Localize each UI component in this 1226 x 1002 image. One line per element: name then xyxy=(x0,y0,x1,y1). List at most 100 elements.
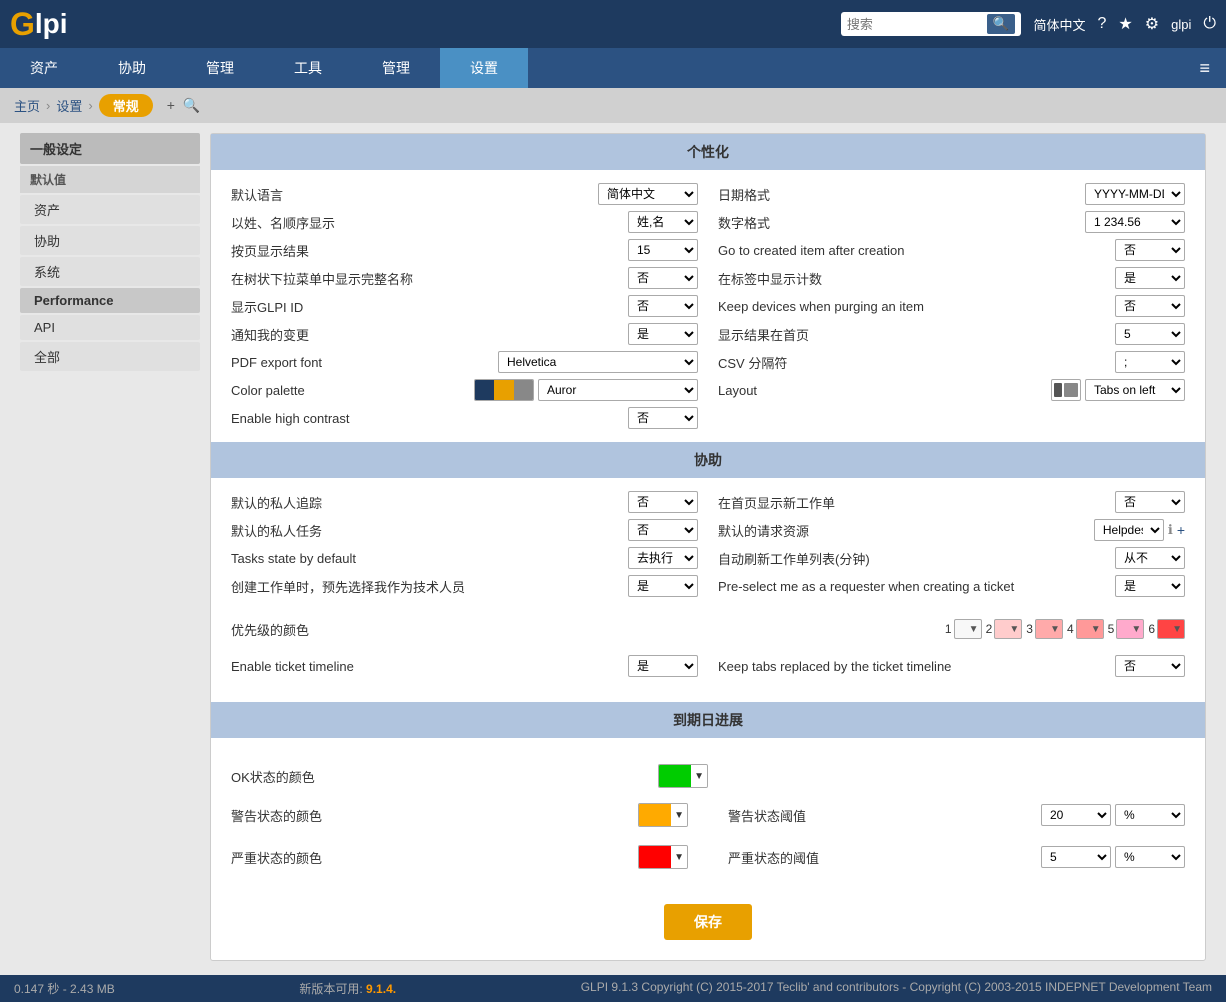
nav-assist[interactable]: 协助 xyxy=(88,48,176,88)
power-icon[interactable]: ⏻ xyxy=(1203,15,1216,33)
select-preselect-requester[interactable]: 是 xyxy=(1115,575,1185,597)
help-icon[interactable]: ? xyxy=(1098,15,1107,33)
select-auto-refresh[interactable]: 从不 xyxy=(1115,547,1185,569)
control-preselect-tech: 是 xyxy=(628,575,698,597)
nav-tools[interactable]: 工具 xyxy=(264,48,352,88)
search-button[interactable]: 🔍 xyxy=(987,14,1016,34)
breadcrumb-settings[interactable]: 设置 xyxy=(56,96,82,115)
priority-color-5[interactable]: ▼ xyxy=(1116,619,1144,639)
user-label[interactable]: glpi xyxy=(1171,17,1191,32)
select-warning-threshold[interactable]: 20 xyxy=(1041,804,1111,826)
logo: G lpi xyxy=(10,6,68,43)
nav-admin[interactable]: 管理 xyxy=(352,48,440,88)
sidebar-item-assets[interactable]: 资产 xyxy=(20,195,200,224)
label-default-requester: 默认的请求资源 xyxy=(718,521,1094,540)
footer-perf: 0.147 秒 - 2.43 MB xyxy=(14,980,115,997)
form-row-show-new-tickets: 在首页显示新工作单 否 xyxy=(718,488,1185,516)
select-palette[interactable]: Auror xyxy=(538,379,698,401)
ok-color-btn[interactable]: ▼ xyxy=(658,764,708,788)
select-glpi-id[interactable]: 否 xyxy=(628,295,698,317)
select-warning-unit[interactable]: % xyxy=(1115,804,1185,826)
control-ok-color: ▼ xyxy=(658,764,708,788)
select-show-full-name[interactable]: 否 xyxy=(628,267,698,289)
select-page-results[interactable]: 15 xyxy=(628,239,698,261)
breadcrumb-search-icon[interactable]: 🔍 xyxy=(183,97,200,114)
priority-color-3[interactable]: ▼ xyxy=(1035,619,1063,639)
nav-manage[interactable]: 管理 xyxy=(176,48,264,88)
control-palette: Auror xyxy=(474,379,698,401)
critical-color-btn[interactable]: ▼ xyxy=(638,845,688,869)
select-csv-sep[interactable]: ; xyxy=(1115,351,1185,373)
label-critical-color: 严重状态的颜色 xyxy=(231,848,638,867)
select-critical-unit[interactable]: % xyxy=(1115,846,1185,868)
form-row-layout: Layout Tabs on left xyxy=(718,376,1185,404)
select-show-new-tickets[interactable]: 否 xyxy=(1115,491,1185,513)
select-keep-tabs[interactable]: 否 xyxy=(1115,655,1185,677)
nav-assets[interactable]: 资产 xyxy=(0,48,88,88)
warning-row: 警告状态的颜色 ▼ 警告状态阈值 20 % xyxy=(231,794,1185,836)
select-preselect-tech[interactable]: 是 xyxy=(628,575,698,597)
select-private-task[interactable]: 否 xyxy=(628,519,698,541)
priority-color-1[interactable]: ▼ xyxy=(954,619,982,639)
breadcrumb-home[interactable]: 主页 xyxy=(14,96,40,115)
priority-color-4[interactable]: ▼ xyxy=(1076,619,1104,639)
priority-color-6[interactable]: ▼ xyxy=(1157,619,1185,639)
warning-color-btn[interactable]: ▼ xyxy=(638,803,688,827)
search-input[interactable] xyxy=(847,17,987,32)
select-high-contrast[interactable]: 否 xyxy=(628,407,698,429)
label-glpi-id: 显示GLPI ID xyxy=(231,297,628,316)
select-private-tracking[interactable]: 否 xyxy=(628,491,698,513)
priority-dropdown-2: ▼ xyxy=(1009,624,1019,635)
label-warning-threshold: 警告状态阈值 xyxy=(728,806,1041,825)
select-tab-count[interactable]: 是 xyxy=(1115,267,1185,289)
label-tab-count: 在标签中显示计数 xyxy=(718,269,1115,288)
settings-icon[interactable]: ⚙ xyxy=(1145,14,1159,34)
label-auto-refresh: 自动刷新工作单列表(分钟) xyxy=(718,549,1115,568)
select-name-order[interactable]: 姓,名 xyxy=(628,211,698,233)
critical-color-swatch xyxy=(639,846,671,868)
form-row-high-contrast: Enable high contrast 否 xyxy=(231,404,698,432)
select-num-format[interactable]: 1 234.56 xyxy=(1085,211,1185,233)
select-task-state[interactable]: 去执行 xyxy=(628,547,698,569)
label-ok-color: OK状态的颜色 xyxy=(231,767,658,786)
select-ticket-timeline[interactable]: 是 xyxy=(628,655,698,677)
form-row-keep-tabs: Keep tabs replaced by the ticket timelin… xyxy=(718,652,1185,680)
sidebar-item-all[interactable]: 全部 xyxy=(20,342,200,371)
select-default-requester[interactable]: Helpdesk xyxy=(1094,519,1164,541)
nav-hamburger-icon[interactable]: ≡ xyxy=(1183,58,1226,79)
personalization-grid: 默认语言 简体中文 以姓、名顺序显示 姓,名 按页显示结果 15 xyxy=(211,180,1205,442)
priority-num-6: 6 xyxy=(1148,622,1155,636)
sidebar-item-system[interactable]: 系统 xyxy=(20,257,200,286)
priority-color-2[interactable]: ▼ xyxy=(994,619,1022,639)
select-notify[interactable]: 是 xyxy=(628,323,698,345)
label-ticket-timeline: Enable ticket timeline xyxy=(231,659,628,674)
sidebar-item-assist[interactable]: 协助 xyxy=(20,226,200,255)
sidebar-item-api[interactable]: API xyxy=(20,315,200,340)
select-pdf-font[interactable]: Helvetica xyxy=(498,351,698,373)
priority-dropdown-4: ▼ xyxy=(1091,624,1101,635)
priority-item-5: 5 ▼ xyxy=(1108,619,1145,639)
select-goto-created[interactable]: 否 xyxy=(1115,239,1185,261)
palette-blue xyxy=(475,380,494,400)
nav-settings[interactable]: 设置 xyxy=(440,48,528,88)
star-icon[interactable]: ★ xyxy=(1118,14,1132,34)
select-layout[interactable]: Tabs on left xyxy=(1085,379,1185,401)
breadcrumb-add-icon[interactable]: + xyxy=(167,97,175,114)
select-date-format[interactable]: YYYY-MM-DD xyxy=(1085,183,1185,205)
logo-rest: lpi xyxy=(35,8,68,40)
assistance-grid: 默认的私人追踪 否 默认的私人任务 否 Tasks state by defau… xyxy=(211,488,1205,610)
select-results-home[interactable]: 5 xyxy=(1115,323,1185,345)
form-row-goto-created: Go to created item after creation 否 xyxy=(718,236,1185,264)
sidebar-section-title: 一般设定 xyxy=(20,133,200,164)
save-button[interactable]: 保存 xyxy=(664,904,752,940)
search-box[interactable]: 🔍 xyxy=(841,12,1022,36)
sidebar-item-performance[interactable]: Performance xyxy=(20,288,200,313)
control-show-full-name: 否 xyxy=(628,267,698,289)
plus-icon[interactable]: + xyxy=(1177,522,1185,538)
select-keep-devices[interactable]: 否 xyxy=(1115,295,1185,317)
control-high-contrast: 否 xyxy=(628,407,698,429)
control-results-home: 5 xyxy=(1115,323,1185,345)
lang-label[interactable]: 简体中文 xyxy=(1033,15,1085,34)
select-lang[interactable]: 简体中文 xyxy=(598,183,698,205)
select-critical-threshold[interactable]: 5 xyxy=(1041,846,1111,868)
